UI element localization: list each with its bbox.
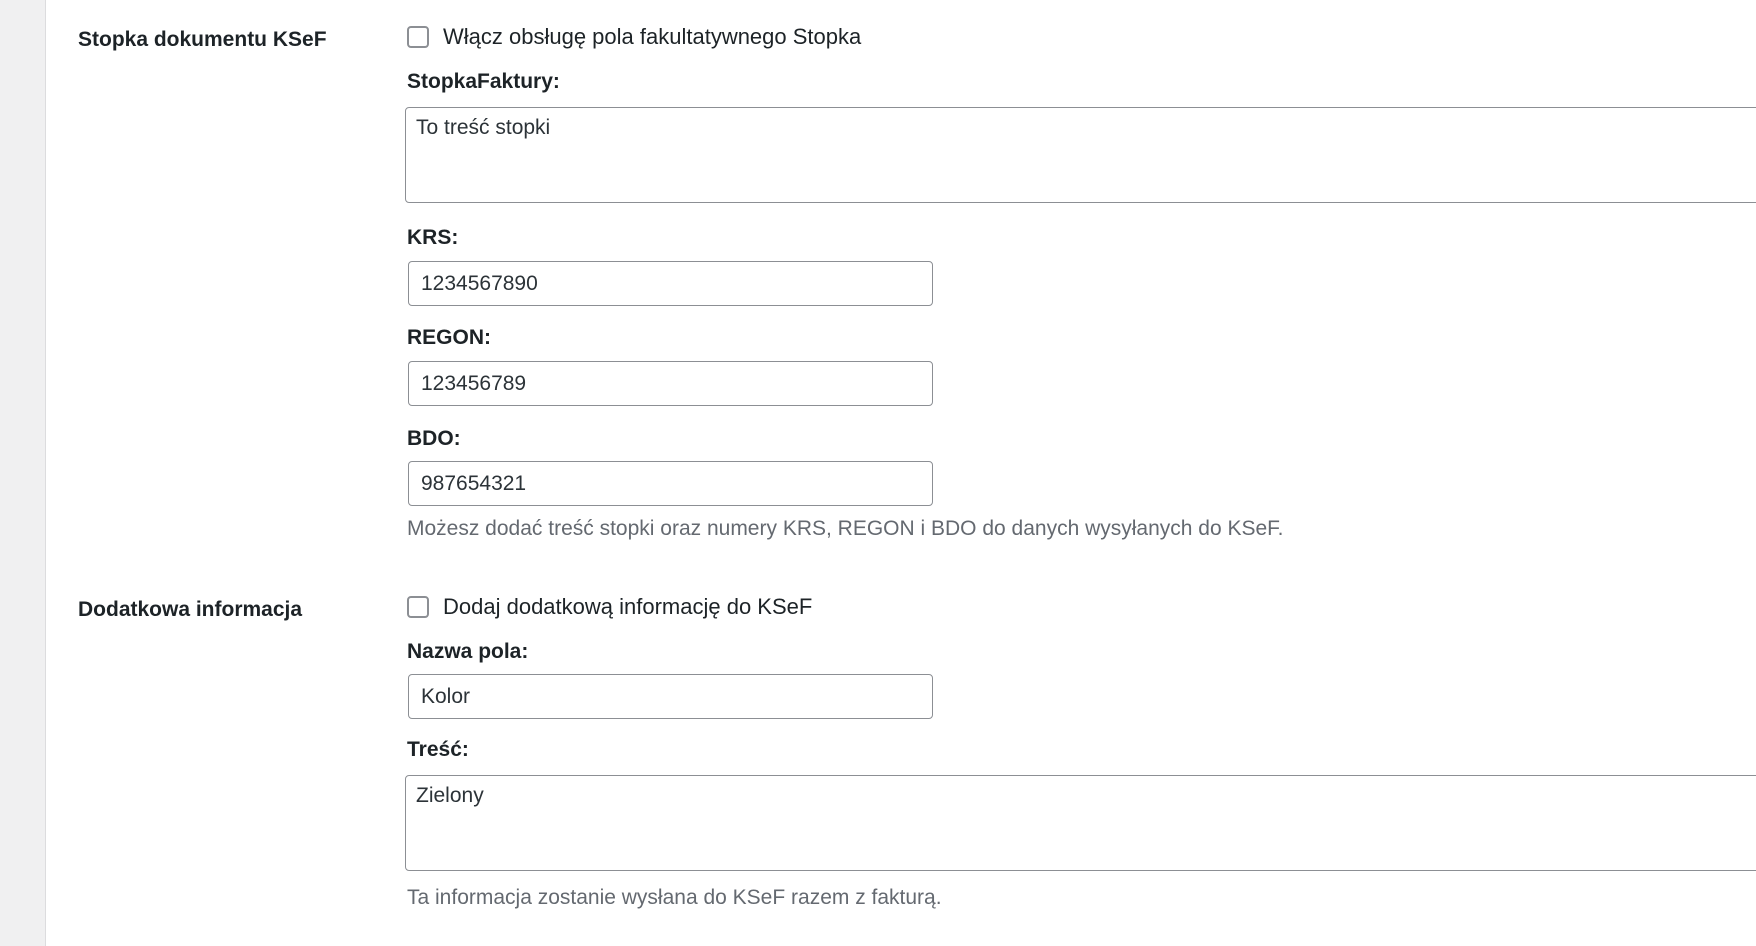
bdo-label: BDO: [407, 427, 461, 450]
content-textarea[interactable]: Zielony [405, 775, 1756, 871]
field-name-input[interactable]: Kolor [408, 674, 933, 719]
krs-input[interactable]: 1234567890 [408, 261, 933, 306]
regon-input[interactable]: 123456789 [408, 361, 933, 406]
footer-enable-row[interactable]: Włącz obsługę pola fakultatywnego Stopka [407, 24, 861, 50]
extra-info-enable-checkbox[interactable] [407, 596, 429, 618]
content-label: Treść: [407, 738, 469, 761]
krs-label: KRS: [407, 226, 459, 249]
field-name-label: Nazwa pola: [407, 640, 529, 663]
footer-enable-checkbox[interactable] [407, 26, 429, 48]
extra-info-enable-row[interactable]: Dodaj dodatkową informację do KSeF [407, 594, 812, 620]
stopka-faktury-textarea[interactable]: To treść stopki [405, 107, 1756, 203]
extra-info-description: Ta informacja zostanie wysłana do KSeF r… [407, 886, 942, 909]
footer-section-label: Stopka dokumentu KSeF [78, 28, 327, 51]
admin-sidebar-edge [0, 0, 45, 946]
footer-description: Możesz dodać treść stopki oraz numery KR… [407, 517, 1284, 540]
extra-info-enable-label[interactable]: Dodaj dodatkową informację do KSeF [443, 594, 812, 620]
stopka-faktury-label: StopkaFaktury: [407, 70, 560, 93]
settings-panel: Stopka dokumentu KSeF Włącz obsługę pola… [45, 0, 1756, 946]
bdo-input[interactable]: 987654321 [408, 461, 933, 506]
extra-info-section-label: Dodatkowa informacja [78, 598, 303, 621]
footer-enable-label[interactable]: Włącz obsługę pola fakultatywnego Stopka [443, 24, 861, 50]
regon-label: REGON: [407, 326, 491, 349]
